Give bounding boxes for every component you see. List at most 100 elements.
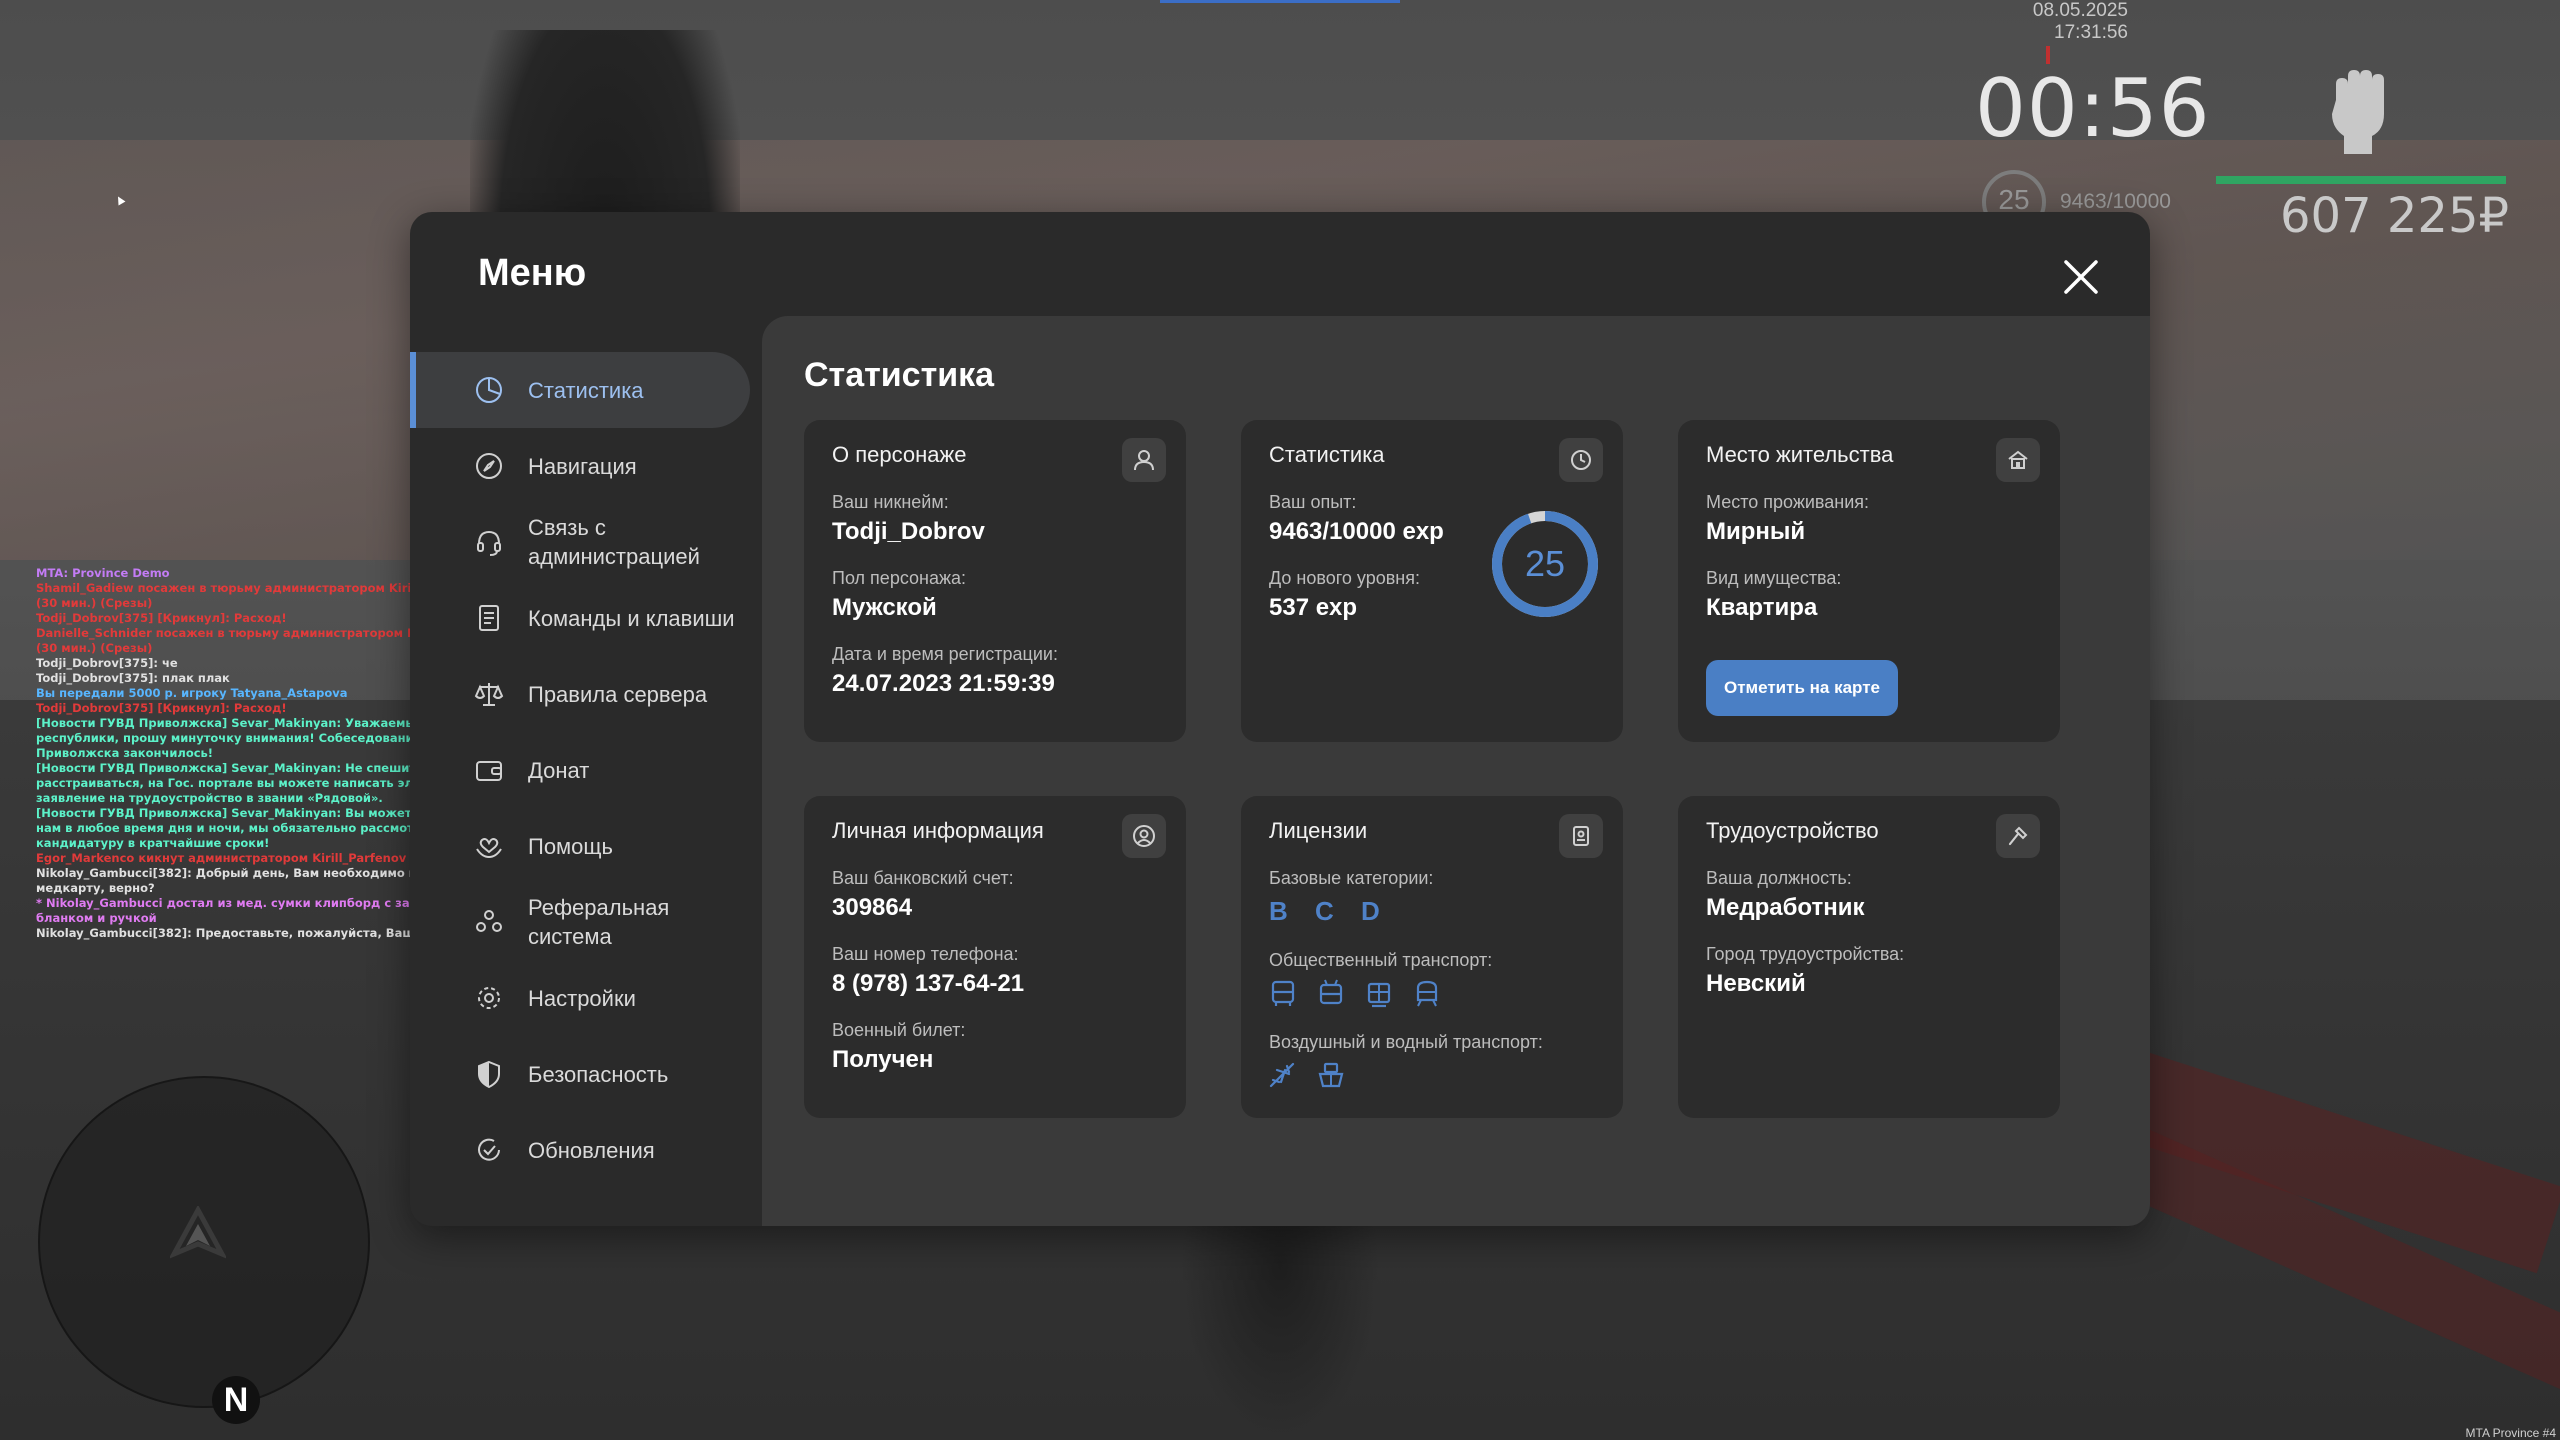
- card-title: Трудоустройство: [1706, 818, 1879, 843]
- pie-chart-icon: [476, 377, 502, 403]
- card-title: Лицензии: [1269, 818, 1368, 843]
- card-character: О персонаже Ваш никнейм: Todji_Dobrov По…: [804, 420, 1186, 742]
- card-title: Статистика: [1269, 442, 1385, 467]
- refresh-check-icon: [478, 1138, 500, 1161]
- exp-value: 9463/10000 exp: [1269, 518, 1444, 545]
- registration-value: 24.07.2023 21:59:39: [832, 670, 1055, 697]
- phone-label: Ваш номер телефона:: [832, 944, 1019, 964]
- position-value: Медработник: [1706, 894, 1865, 921]
- card-icon-wrap: [1122, 814, 1166, 858]
- gender-value: Мужской: [832, 594, 937, 621]
- bank-value: 309864: [832, 894, 913, 921]
- airplane-icon: [1269, 1062, 1295, 1088]
- nav-label: Донат: [528, 757, 590, 783]
- residence-place-label: Место проживания:: [1706, 492, 1870, 512]
- nav-label: Связь с администрацией: [528, 515, 700, 569]
- id-card-icon: [1573, 826, 1589, 846]
- card-icon-wrap: [1559, 438, 1603, 482]
- user-icon: [1134, 450, 1154, 471]
- residence-place-value: Мирный: [1706, 518, 1806, 545]
- military-label: Военный билет:: [832, 1020, 966, 1040]
- nav-item-security[interactable]: Безопасность: [410, 1036, 750, 1112]
- registration-label: Дата и время регистрации:: [832, 644, 1058, 664]
- bus-icon: [1271, 980, 1295, 1006]
- exp-label: Ваш опыт:: [1269, 492, 1357, 512]
- nav-item-statistics[interactable]: Статистика: [410, 352, 750, 428]
- hammer-icon: [2008, 826, 2028, 846]
- nav-item-donate[interactable]: Донат: [410, 732, 750, 808]
- card-statistics: Статистика Ваш опыт: 9463/10000 exp До н…: [1241, 420, 1623, 742]
- wallet-icon: [476, 761, 502, 781]
- heart-hands-icon: [476, 838, 502, 859]
- card-employment: Трудоустройство Ваша должность: Медработ…: [1678, 796, 2060, 1118]
- military-value: Получен: [832, 1046, 934, 1073]
- gear-icon: [478, 987, 500, 1009]
- card-icon-wrap: [1559, 814, 1603, 858]
- base-categories-label: Базовые категории:: [1269, 868, 1434, 888]
- level-progress-ring: 25: [1492, 511, 1598, 617]
- nav-item-admin-contact[interactable]: Связь с администрацией: [410, 504, 750, 580]
- minimap-north: N: [212, 1376, 260, 1424]
- job-city-label: Город трудоустройства:: [1706, 944, 1905, 964]
- nav-item-rules[interactable]: Правила сервера: [410, 656, 750, 732]
- tram-icon: [1367, 982, 1391, 1008]
- headset-icon: [477, 530, 501, 556]
- nav-label: Статистика: [528, 377, 644, 403]
- nav-item-help[interactable]: Помощь: [410, 808, 750, 884]
- top-progress-bar: [1160, 0, 1400, 3]
- gender-label: Пол персонажа:: [832, 568, 967, 588]
- nav-item-commands[interactable]: Команды и клавиши: [410, 580, 750, 656]
- bank-label: Ваш банковский счет:: [832, 868, 1014, 888]
- public-transport-label: Общественный транспорт:: [1269, 950, 1493, 970]
- nav-label: Команды и клавиши: [528, 605, 735, 631]
- nav-label: Реферальная система: [528, 895, 670, 949]
- nav-item-navigation[interactable]: Навигация: [410, 428, 750, 504]
- phone-value: 8 (978) 137-64-21: [832, 970, 1025, 997]
- hud-datetime: 08.05.2025 17:31:56: [2032, 0, 2128, 43]
- card-residence: Место жительства Место проживания: Мирны…: [1678, 420, 2060, 742]
- trolleybus-icon: [1319, 979, 1343, 1005]
- property-type-label: Вид имущества:: [1706, 568, 1842, 588]
- property-type-value: Квартира: [1706, 594, 1818, 621]
- close-icon[interactable]: [2060, 256, 2102, 298]
- card-title: О персонаже: [832, 442, 967, 467]
- nav-label: Обновления: [528, 1137, 655, 1163]
- clock-icon: [1571, 450, 1591, 470]
- hud-health-bar: [2216, 176, 2506, 184]
- fist-weapon-icon: [2332, 70, 2384, 154]
- people-icon: [476, 910, 502, 932]
- air-water-icons: [1267, 1060, 1347, 1092]
- card-licenses: Лицензии Базовые категории: B C D Общест…: [1241, 796, 1623, 1118]
- user-circle-icon: [1133, 825, 1155, 847]
- card-icon-wrap: [1996, 814, 2040, 858]
- card-icon-wrap: [1122, 438, 1166, 482]
- public-transport-icons: [1267, 978, 1443, 1010]
- shield-icon: [478, 1060, 500, 1089]
- base-categories-value: B C D: [1269, 896, 1390, 926]
- nickname-label: Ваш никнейм:: [832, 492, 949, 512]
- nav-label: Помощь: [528, 833, 613, 859]
- air-water-label: Воздушный и водный транспорт:: [1269, 1032, 1543, 1052]
- hud-timer: 00:56: [1975, 62, 2211, 155]
- job-city-value: Невский: [1706, 970, 1806, 997]
- content-title: Статистика: [804, 356, 995, 394]
- player-arrow-icon: [170, 1206, 226, 1259]
- card-personal-info: Личная информация Ваш банковский счет: 3…: [804, 796, 1186, 1118]
- nav-label: Правила сервера: [528, 681, 708, 707]
- hud-exp: 9463/10000: [2060, 190, 2171, 213]
- menu-title: Меню: [478, 252, 587, 294]
- level-number: 25: [1525, 543, 1565, 584]
- compass-icon: [476, 453, 502, 479]
- next-level-label: До нового уровня:: [1269, 568, 1420, 588]
- nickname-value: Todji_Dobrov: [832, 518, 985, 545]
- nav-item-settings[interactable]: Настройки: [410, 960, 750, 1036]
- nav-item-referral[interactable]: Реферальная система: [410, 884, 750, 960]
- nav-label: Настройки: [528, 985, 636, 1011]
- mark-on-map-button[interactable]: Отметить на карте: [1706, 660, 1898, 716]
- document-icon: [479, 605, 499, 631]
- house-icon: [2008, 450, 2028, 469]
- next-level-value: 537 exp: [1269, 594, 1358, 621]
- watermark: MTA Province #4: [2465, 1426, 2556, 1440]
- nav-label: Безопасность: [528, 1061, 669, 1087]
- nav-item-updates[interactable]: Обновления: [410, 1112, 750, 1188]
